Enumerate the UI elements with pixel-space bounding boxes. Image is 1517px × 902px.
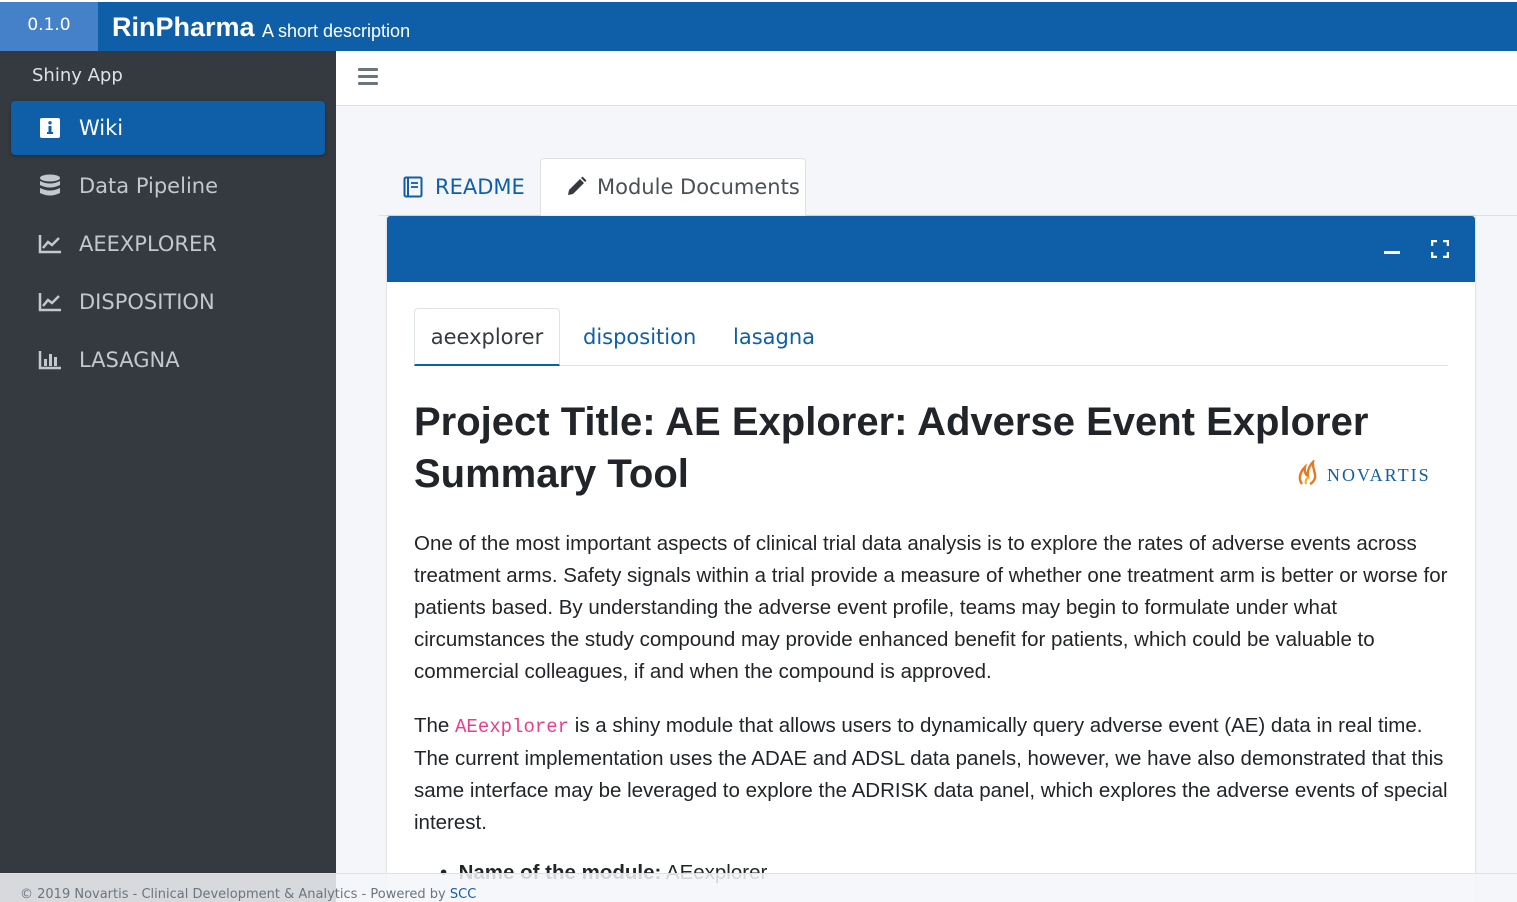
pencil-icon <box>565 176 587 198</box>
menu-toggle-icon[interactable] <box>358 68 378 88</box>
content-topbar <box>336 51 1517 106</box>
sidebar-item-aeexplorer[interactable]: AEEXPLORER <box>11 217 325 271</box>
footer-link[interactable]: SCC <box>450 887 476 902</box>
module-name-code: AEexplorer <box>455 716 570 738</box>
subtab-lasagna[interactable]: lasagna <box>733 308 815 366</box>
bar-chart-icon <box>37 347 63 373</box>
line-chart-icon <box>37 231 63 257</box>
tab-readme[interactable]: README <box>403 158 525 216</box>
sidebar-item-label: DISPOSITION <box>79 290 215 314</box>
sidebar-item-data-pipeline[interactable]: Data Pipeline <box>11 159 325 213</box>
sidebar-item-disposition[interactable]: DISPOSITION <box>11 275 325 329</box>
tab-label: Module Documents <box>597 175 800 199</box>
sidebar-item-label: AEEXPLORER <box>79 232 217 256</box>
module-subtabs: aeexplorer disposition lasagna <box>414 308 1448 366</box>
paragraph-text: The <box>414 714 456 737</box>
subtab-aeexplorer[interactable]: aeexplorer <box>414 308 560 366</box>
sidebar-item-label: LASAGNA <box>79 348 180 372</box>
tab-label: README <box>435 175 525 199</box>
book-icon <box>403 176 425 198</box>
sidebar-title: Shiny App <box>32 65 123 86</box>
novartis-logo: NOVARTIS <box>1297 458 1431 490</box>
minimize-icon[interactable] <box>1381 238 1403 260</box>
sidebar-item-lasagna[interactable]: LASAGNA <box>11 333 325 387</box>
module-documents-card: aeexplorer disposition lasagna Project T… <box>387 216 1475 902</box>
tab-module-documents[interactable]: Module Documents <box>540 158 806 216</box>
module-paragraph: The AEexplorer is a shiny module that al… <box>414 710 1454 839</box>
footer-text: © 2019 Novartis - Clinical Development &… <box>20 887 450 902</box>
main-tabs: README Module Documents <box>379 158 1517 216</box>
database-icon <box>37 173 63 199</box>
brand-description: A short description <box>262 21 411 41</box>
paragraph-text: is a shiny module that allows users to d… <box>414 714 1448 834</box>
top-navbar: 0.1.0 RinPharma A short description <box>0 2 1517 51</box>
brand-title[interactable]: RinPharma <box>112 12 255 43</box>
logo-text: NOVARTIS <box>1327 464 1431 485</box>
intro-paragraph: One of the most important aspects of cli… <box>414 532 1448 683</box>
sidebar-item-label: Data Pipeline <box>79 174 219 198</box>
sidebar: Shiny App Wiki Data Pipeline AEEXPLORER … <box>0 51 336 902</box>
sidebar-item-wiki[interactable]: Wiki <box>11 101 325 155</box>
document-title: Project Title: AE Explorer: Adverse Even… <box>414 400 1369 496</box>
subtab-disposition[interactable]: disposition <box>583 308 696 366</box>
footer: © 2019 Novartis - Clinical Development &… <box>0 873 1517 902</box>
line-chart-icon <box>37 289 63 315</box>
flame-icon <box>1297 458 1319 490</box>
expand-icon[interactable] <box>1429 238 1451 260</box>
version-badge: 0.1.0 <box>0 2 98 51</box>
sidebar-item-label: Wiki <box>79 116 124 140</box>
main-content: README Module Documents aeexplorer dispo… <box>336 51 1517 902</box>
card-header <box>387 216 1475 282</box>
info-icon <box>37 115 63 141</box>
